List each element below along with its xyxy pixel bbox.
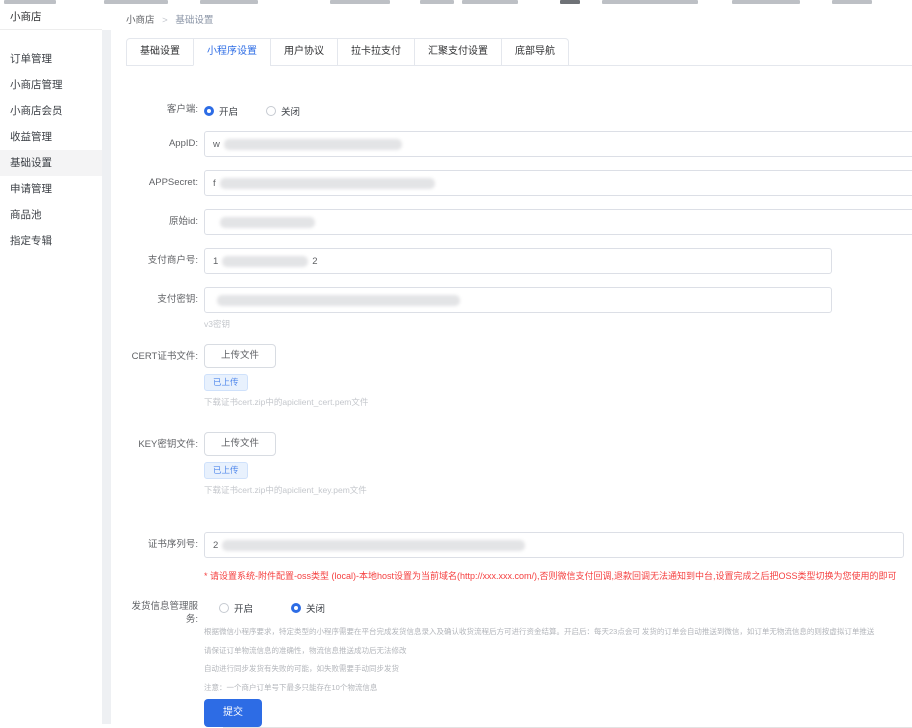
shipping-radio-off-label: 关闭 bbox=[306, 601, 325, 615]
shipping-label: 发货信息管理服务: bbox=[126, 599, 198, 626]
radio-on-icon bbox=[204, 106, 214, 116]
appid-label: AppID: bbox=[126, 131, 198, 150]
client-radio-off[interactable]: 关闭 bbox=[266, 104, 300, 118]
radio-on-icon bbox=[291, 603, 301, 613]
breadcrumb-separator: > bbox=[162, 15, 168, 26]
cert-file-hint: 下载证书cert.zip中的apiclient_cert.pem文件 bbox=[204, 396, 368, 408]
shipping-desc-line: 根据微信小程序要求，特定类型的小程序需要在平台完成发货信息录入及确认收货流程后方… bbox=[204, 623, 874, 642]
tab-basic-settings[interactable]: 基础设置 bbox=[127, 39, 193, 66]
sidebar-item-album[interactable]: 指定专辑 bbox=[0, 228, 102, 254]
client-radio-off-label: 关闭 bbox=[281, 104, 300, 118]
client-label: 客户端: bbox=[126, 102, 198, 116]
shipping-radio-on-label: 开启 bbox=[234, 601, 253, 615]
original-id-label: 原始id: bbox=[126, 209, 198, 228]
appsecret-redacted-value bbox=[220, 178, 435, 189]
tab-footer-nav[interactable]: 底部导航 bbox=[501, 39, 568, 66]
cert-serial-input[interactable]: 2 bbox=[204, 532, 904, 558]
sidebar-item-apply-mgmt[interactable]: 申请管理 bbox=[0, 176, 102, 202]
submit-button[interactable]: 提交 bbox=[204, 699, 262, 727]
key-uploaded-badge: 已上传 bbox=[204, 462, 248, 479]
settings-form: 客户端: 开启 关闭 AppID: w bbox=[111, 66, 912, 727]
client-radio-on[interactable]: 开启 bbox=[204, 104, 238, 118]
breadcrumb-root[interactable]: 小商店 bbox=[126, 15, 155, 26]
sidebar-item-basic-settings[interactable]: 基础设置 bbox=[0, 150, 102, 176]
original-id-input[interactable] bbox=[204, 209, 912, 235]
tab-joinpay-settings[interactable]: 汇聚支付设置 bbox=[414, 39, 501, 66]
appid-input[interactable]: w bbox=[204, 131, 912, 157]
merchant-no-label: 支付商户号: bbox=[126, 248, 198, 267]
tab-lakala-pay[interactable]: 拉卡拉支付 bbox=[337, 39, 414, 66]
key-upload-button[interactable]: 上传文件 bbox=[204, 432, 276, 456]
merchant-no-input[interactable]: 1 2 bbox=[204, 248, 832, 274]
tab-user-agreement[interactable]: 用户协议 bbox=[270, 39, 337, 66]
shipping-radio-off[interactable]: 关闭 bbox=[291, 601, 325, 615]
cert-serial-value-prefix: 2 bbox=[213, 540, 218, 551]
cert-serial-redacted-value bbox=[222, 540, 525, 551]
tab-bar: 基础设置 小程序设置 用户协议 拉卡拉支付 汇聚支付设置 底部导航 bbox=[126, 38, 912, 66]
sidebar: 小商店 订单管理 小商店管理 小商店会员 收益管理 基础设置 申请管理 商品池 … bbox=[0, 6, 102, 724]
sidebar-item-order-mgmt[interactable]: 订单管理 bbox=[0, 46, 102, 72]
original-id-redacted-value bbox=[220, 217, 315, 228]
merchant-no-redacted-value bbox=[222, 256, 308, 267]
sidebar-item-revenue-mgmt[interactable]: 收益管理 bbox=[0, 124, 102, 150]
pay-key-hint: v3密钥 bbox=[204, 318, 832, 330]
cert-uploaded-badge: 已上传 bbox=[204, 374, 248, 391]
appid-value-prefix: w bbox=[213, 139, 220, 150]
sidebar-title: 小商店 bbox=[0, 6, 102, 30]
main-content: 小商店 > 基础设置 基础设置 小程序设置 用户协议 拉卡拉支付 汇聚支付设置 … bbox=[111, 6, 912, 724]
cert-serial-label: 证书序列号: bbox=[126, 532, 198, 551]
sidebar-nav: 订单管理 小商店管理 小商店会员 收益管理 基础设置 申请管理 商品池 指定专辑 bbox=[0, 30, 102, 254]
breadcrumb-current: 基础设置 bbox=[175, 15, 213, 26]
sidebar-item-store-mgmt[interactable]: 小商店管理 bbox=[0, 72, 102, 98]
oss-warning-text: * 请设置系统-附件配置-oss类型 (local)-本地host设置为当前域名… bbox=[204, 570, 904, 583]
shipping-desc-line: 自动进行同步发货有失败的可能，如失败需要手动同步发货 bbox=[204, 660, 874, 679]
radio-off-icon bbox=[266, 106, 276, 116]
radio-off-icon bbox=[219, 603, 229, 613]
tab-miniapp-settings[interactable]: 小程序设置 bbox=[193, 39, 270, 66]
cert-upload-button[interactable]: 上传文件 bbox=[204, 344, 276, 368]
shipping-radio-on[interactable]: 开启 bbox=[219, 601, 253, 615]
merchant-no-value-prefix: 1 bbox=[213, 256, 218, 267]
sidebar-divider bbox=[102, 30, 111, 724]
pay-key-redacted-value bbox=[217, 295, 460, 306]
pay-key-input[interactable] bbox=[204, 287, 832, 313]
appsecret-input[interactable]: f bbox=[204, 170, 912, 196]
pay-key-label: 支付密钥: bbox=[126, 287, 198, 306]
shipping-desc-line: 请保证订单物流信息的准确性，物流信息推送成功后无法修改 bbox=[204, 642, 874, 661]
key-file-label: KEY密钥文件: bbox=[126, 432, 198, 451]
appid-redacted-value bbox=[224, 139, 402, 150]
client-radio-group: 开启 关闭 bbox=[204, 102, 328, 118]
key-file-hint: 下载证书cert.zip中的apiclient_key.pem文件 bbox=[204, 484, 367, 496]
shipping-radio-group: 开启 关闭 bbox=[219, 599, 874, 615]
shipping-description: 根据微信小程序要求，特定类型的小程序需要在平台完成发货信息录入及确认收货流程后方… bbox=[204, 623, 874, 697]
shipping-desc-line: 注意：一个商户订单号下最多只能存在10个物流信息 bbox=[204, 679, 874, 698]
client-radio-on-label: 开启 bbox=[219, 104, 238, 118]
merchant-no-value-suffix: 2 bbox=[312, 256, 317, 267]
breadcrumb: 小商店 > 基础设置 bbox=[111, 6, 912, 30]
sidebar-item-store-member[interactable]: 小商店会员 bbox=[0, 98, 102, 124]
appsecret-value-prefix: f bbox=[213, 178, 216, 189]
sidebar-item-product-pool[interactable]: 商品池 bbox=[0, 202, 102, 228]
cert-file-label: CERT证书文件: bbox=[126, 344, 198, 363]
appsecret-label: APPSecret: bbox=[126, 170, 198, 189]
